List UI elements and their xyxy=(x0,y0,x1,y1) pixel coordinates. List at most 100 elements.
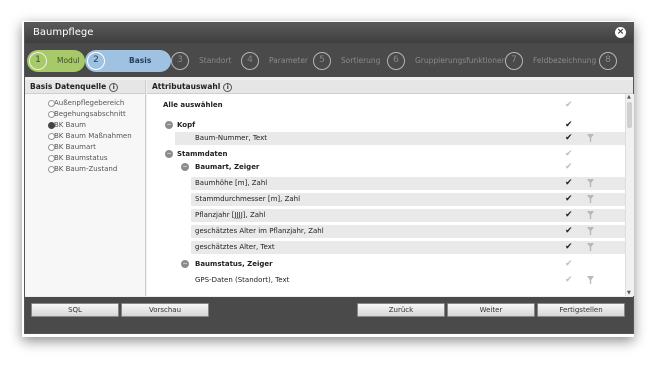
collapse-icon[interactable]: − xyxy=(165,121,173,129)
group-row-stammdaten[interactable]: − Stammdaten ✔ xyxy=(163,148,623,161)
window-title: Baumpflege xyxy=(33,27,94,38)
radio-label: BK Baumart xyxy=(54,143,96,151)
radio-option-aussenpflegebereich[interactable]: Außenpflegebereich xyxy=(25,98,145,109)
scroll-up-icon[interactable]: ▲ xyxy=(627,94,631,100)
attribute-row[interactable]: Baum-Nummer, Text ✔ xyxy=(175,132,625,145)
radio-label: BK Baum xyxy=(54,121,86,129)
info-icon[interactable]: i xyxy=(109,82,119,92)
step-number: 2 xyxy=(87,52,105,70)
step-label: Parameter xyxy=(269,56,309,65)
info-icon[interactable]: i xyxy=(223,82,233,92)
radio-option-bk-baumstatus[interactable]: BK Baumstatus xyxy=(25,153,145,164)
collapse-icon[interactable]: − xyxy=(181,163,189,171)
step-number: 8 xyxy=(599,52,617,70)
filter-icon[interactable] xyxy=(587,134,594,143)
row-label: Baum-Nummer, Text xyxy=(195,134,267,142)
row-label: Baumhöhe [m], Zahl xyxy=(195,179,268,187)
radio-option-bk-baum[interactable]: BK Baum xyxy=(25,120,145,131)
check-icon[interactable]: ✔ xyxy=(565,193,573,206)
radio-option-bk-baum-zustand[interactable]: BK Baum-Zustand xyxy=(25,164,145,175)
wizard-steps: 1 Modul 2 Basis 3 Standort 4 Parameter 5… xyxy=(25,43,633,77)
attribute-row[interactable]: Baumhöhe [m], Zahl ✔ xyxy=(191,177,625,190)
row-label: Baumstatus, Zeiger xyxy=(195,260,273,268)
filter-icon[interactable] xyxy=(587,243,594,252)
radio-label: BK Baum-Zustand xyxy=(54,165,118,173)
subgroup-row-baumart[interactable]: − Baumart, Zeiger ✔ xyxy=(175,161,625,174)
radio-option-begehungsabschnitt[interactable]: Begehungsabschnitt xyxy=(25,109,145,120)
check-icon[interactable]: ✔ xyxy=(565,241,573,254)
radio-option-bk-baumart[interactable]: BK Baumart xyxy=(25,142,145,153)
radio-label: Außenpflegebereich xyxy=(54,99,125,107)
dialog-window: Baumpflege × 1 Modul 2 Basis 3 Standort … xyxy=(24,22,634,334)
row-label: geschätztes Alter im Pflanzjahr, Zahl xyxy=(195,227,324,235)
row-label: Stammdurchmesser [m], Zahl xyxy=(195,195,301,203)
scroll-down-icon[interactable]: ▼ xyxy=(627,290,631,296)
button-bar: SQL Vorschau Zurück Weiter Fertigstellen xyxy=(25,297,633,333)
vertical-scrollbar[interactable]: ▲ ▼ xyxy=(625,94,634,296)
basis-datenquelle-panel: Basis Datenquelle i Außenpflegebereich Be… xyxy=(25,80,146,296)
check-icon[interactable]: ✔ xyxy=(565,132,573,145)
radio-button[interactable] xyxy=(48,166,55,173)
radio-button[interactable] xyxy=(48,100,55,107)
back-button[interactable]: Zurück xyxy=(357,303,445,317)
filter-icon[interactable] xyxy=(587,276,594,285)
radio-button[interactable] xyxy=(48,133,55,140)
step-label: Standort xyxy=(199,56,232,65)
close-icon[interactable]: × xyxy=(615,27,626,38)
check-icon[interactable]: ✔ xyxy=(565,274,573,287)
step-number: 6 xyxy=(387,52,405,70)
radio-button[interactable] xyxy=(48,144,55,151)
select-all-row[interactable]: Alle auswählen ✔ xyxy=(163,99,623,112)
attribute-row[interactable]: Pflanzjahr [JJJJ], Zahl ✔ xyxy=(191,209,625,222)
check-icon[interactable]: ✔ xyxy=(565,258,573,271)
panel-title: Attributauswahl xyxy=(152,82,221,91)
step-label: Modul xyxy=(57,56,80,65)
step-number: 4 xyxy=(241,52,259,70)
step-label: Feldbezeichnung xyxy=(533,56,597,65)
radio-button[interactable] xyxy=(48,155,55,162)
filter-icon[interactable] xyxy=(587,195,594,204)
panel-title: Basis Datenquelle xyxy=(30,82,107,91)
sql-button[interactable]: SQL xyxy=(31,303,119,317)
attribute-row[interactable]: GPS-Daten (Standort), Text ✔ xyxy=(191,274,625,287)
collapse-icon[interactable]: − xyxy=(181,260,189,268)
subgroup-row-baumstatus[interactable]: − Baumstatus, Zeiger ✔ xyxy=(175,258,625,271)
radio-label: Begehungsabschnitt xyxy=(54,110,126,118)
check-icon[interactable]: ✔ xyxy=(565,99,573,112)
check-icon[interactable]: ✔ xyxy=(565,209,573,222)
row-label: Pflanzjahr [JJJJ], Zahl xyxy=(195,211,266,219)
next-button[interactable]: Weiter xyxy=(447,303,535,317)
filter-icon[interactable] xyxy=(587,179,594,188)
check-icon[interactable]: ✔ xyxy=(565,161,573,174)
attribute-row[interactable]: geschätztes Alter im Pflanzjahr, Zahl ✔ xyxy=(191,225,625,238)
check-icon[interactable]: ✔ xyxy=(565,119,573,132)
filter-icon[interactable] xyxy=(587,227,594,236)
attribute-row[interactable]: Stammdurchmesser [m], Zahl ✔ xyxy=(191,193,625,206)
panel-header: Attributauswahl i xyxy=(147,80,633,94)
check-icon[interactable]: ✔ xyxy=(565,148,573,161)
check-icon[interactable]: ✔ xyxy=(565,177,573,190)
filter-icon[interactable] xyxy=(587,211,594,220)
radio-button[interactable] xyxy=(48,122,55,129)
preview-button[interactable]: Vorschau xyxy=(121,303,209,317)
row-label: Baumart, Zeiger xyxy=(195,163,260,171)
title-bar: Baumpflege × xyxy=(25,23,633,43)
attributauswahl-panel: Attributauswahl i Alle auswählen ✔ − Kopf… xyxy=(147,80,634,296)
row-label: Alle auswählen xyxy=(163,101,223,109)
attribute-row[interactable]: geschätztes Alter, Text ✔ xyxy=(191,241,625,254)
collapse-icon[interactable]: − xyxy=(165,150,173,158)
check-icon[interactable]: ✔ xyxy=(565,225,573,238)
step-number: 5 xyxy=(313,52,331,70)
radio-button[interactable] xyxy=(48,111,55,118)
row-label: Kopf xyxy=(177,121,196,129)
finish-button[interactable]: Fertigstellen xyxy=(537,303,625,317)
step-label: Sortierung xyxy=(341,56,381,65)
scroll-thumb[interactable] xyxy=(627,102,632,128)
radio-label: BK Baumstatus xyxy=(54,154,108,162)
group-row-kopf[interactable]: − Kopf ✔ xyxy=(163,119,623,132)
radio-option-bk-baum-massnahmen[interactable]: BK Baum Maßnahmen xyxy=(25,131,145,142)
row-label: GPS-Daten (Standort), Text xyxy=(195,276,290,284)
panel-header: Basis Datenquelle i xyxy=(25,80,145,94)
step-number: 1 xyxy=(29,52,47,70)
row-label: geschätztes Alter, Text xyxy=(195,243,275,251)
